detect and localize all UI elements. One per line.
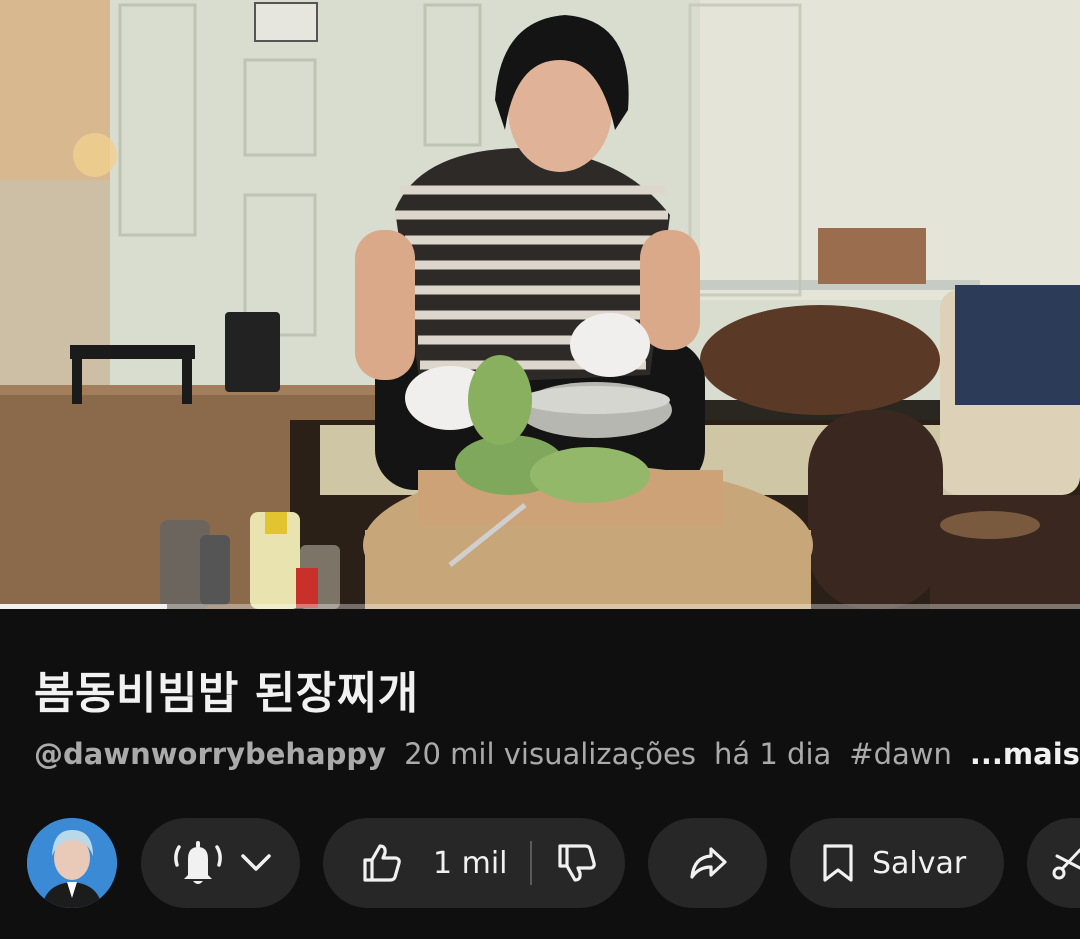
share-arrow-icon bbox=[689, 847, 727, 879]
like-button[interactable]: 1 mil bbox=[361, 842, 508, 884]
video-player[interactable] bbox=[0, 0, 1080, 609]
save-button[interactable]: Salvar bbox=[790, 818, 1004, 908]
upload-age: há 1 dia bbox=[714, 737, 832, 771]
bookmark-icon bbox=[823, 844, 853, 882]
video-metadata[interactable]: @dawnworrybehappy 20 mil visualizações h… bbox=[34, 737, 1080, 771]
action-row: 1 mil Salvar bbox=[0, 818, 1080, 908]
view-count: 20 mil visualizações bbox=[404, 737, 696, 771]
like-dislike-group: 1 mil bbox=[323, 818, 625, 908]
bell-icon bbox=[173, 841, 222, 884]
more-button[interactable]: ...mais bbox=[970, 737, 1080, 771]
video-title: 봄동비빔밥 된장찌개 bbox=[34, 668, 419, 719]
like-divider bbox=[529, 841, 532, 885]
save-label: Salvar bbox=[872, 845, 967, 881]
chevron-down-icon bbox=[240, 854, 271, 871]
clip-button[interactable] bbox=[1027, 818, 1080, 908]
notification-button[interactable] bbox=[141, 818, 300, 908]
channel-handle[interactable]: @dawnworrybehappy bbox=[34, 737, 386, 771]
like-count: 1 mil bbox=[433, 845, 508, 881]
thumb-up-icon bbox=[363, 844, 401, 882]
dislike-button[interactable] bbox=[556, 842, 598, 884]
scissors-icon bbox=[1052, 848, 1080, 880]
hashtag-link[interactable]: #dawn bbox=[849, 737, 952, 771]
share-button[interactable] bbox=[648, 818, 767, 908]
avatar-image bbox=[27, 818, 117, 908]
channel-avatar[interactable] bbox=[27, 818, 117, 908]
video-info-panel: 봄동비빔밥 된장찌개 @dawnworrybehappy 20 mil visu… bbox=[0, 609, 1080, 939]
thumb-down-icon bbox=[557, 844, 596, 882]
video-frame bbox=[0, 0, 1080, 609]
